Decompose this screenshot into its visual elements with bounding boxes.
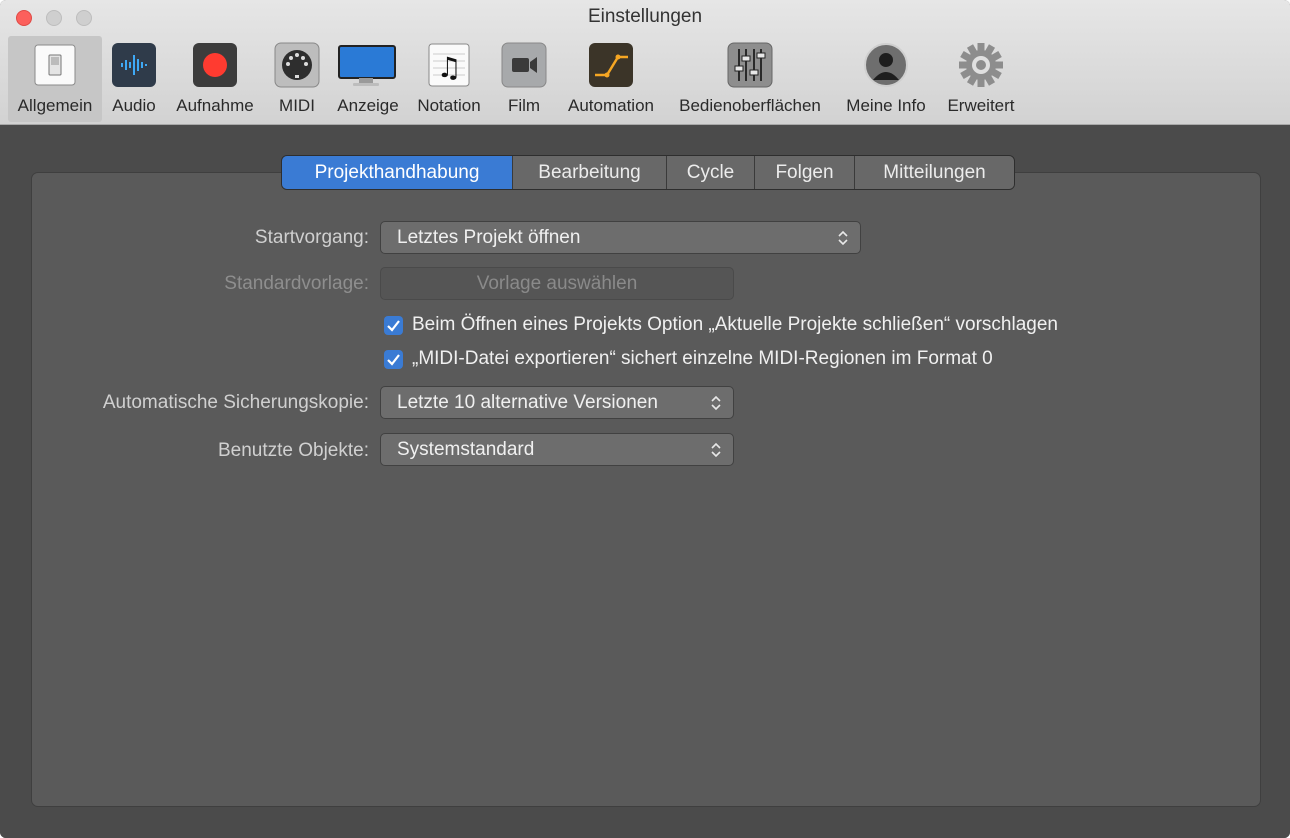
popup-value: Letztes Projekt öffnen — [397, 227, 581, 248]
toolbar-item-allgemein[interactable]: Allgemein — [8, 36, 102, 122]
faders-icon — [727, 42, 773, 88]
toolbar-item-aufnahme[interactable]: Aufnahme — [168, 36, 262, 122]
content-area: Projekthandhabung Bearbeitung Cycle Folg… — [0, 125, 1290, 838]
switch-icon — [32, 42, 78, 88]
startvorgang-label: Startvorgang: — [254, 227, 369, 248]
sicherungskopie-label: Automatische Sicherungskopie: — [102, 392, 369, 413]
toolbar-label: Erweitert — [947, 96, 1015, 115]
chevron-updown-icon — [711, 442, 721, 458]
tab-mitteilungen[interactable]: Mitteilungen — [855, 156, 1014, 189]
midi-port-icon — [274, 42, 320, 88]
video-camera-icon — [501, 42, 547, 88]
popup-value: Systemstandard — [397, 439, 535, 460]
checkmark-icon — [387, 320, 400, 332]
toolbar-label: MIDI — [279, 96, 315, 115]
checkbox-label: Beim Öffnen eines Projekts Option „Aktue… — [412, 314, 1058, 335]
toolbar-item-midi[interactable]: MIDI — [270, 36, 324, 122]
chevron-updown-icon — [838, 230, 848, 246]
popup-value: Letzte 10 alternative Versionen — [397, 392, 658, 413]
toolbar-label: Anzeige — [337, 96, 399, 115]
toolbar-label: Aufnahme — [176, 96, 254, 115]
chevron-updown-icon — [711, 395, 721, 411]
record-icon — [192, 42, 238, 88]
toolbar-item-film[interactable]: Film — [496, 36, 552, 122]
standardvorlage-label: Standardvorlage: — [224, 273, 369, 294]
display-icon — [337, 42, 399, 88]
toolbar-label: Meine Info — [846, 96, 926, 115]
toolbar-label: Audio — [112, 96, 156, 115]
checkmark-icon — [387, 354, 400, 366]
tab-cycle[interactable]: Cycle — [667, 156, 755, 189]
toolbar-item-notation[interactable]: ♫ Notation — [410, 36, 488, 122]
tab-bearbeitung[interactable]: Bearbeitung — [513, 156, 667, 189]
checkbox-checked[interactable] — [384, 350, 403, 369]
checkbox-checked[interactable] — [384, 316, 403, 335]
gear-icon — [958, 42, 1004, 88]
toolbar-label: Film — [507, 96, 541, 115]
toolbar-label: Notation — [417, 96, 481, 115]
music-note-icon: ♫ — [426, 42, 472, 88]
toolbar-label: Allgemein — [17, 96, 93, 115]
sicherungskopie-popup[interactable]: Letzte 10 alternative Versionen — [380, 386, 734, 419]
button-label: Vorlage auswählen — [476, 273, 638, 294]
tab-folgen[interactable]: Folgen — [755, 156, 855, 189]
window-title: Einstellungen — [587, 6, 703, 27]
startvorgang-popup[interactable]: Letztes Projekt öffnen — [380, 221, 861, 254]
toolbar-item-erweitert[interactable]: Erweitert — [938, 36, 1024, 122]
vorlage-auswaehlen-button[interactable]: Vorlage auswählen — [380, 267, 734, 300]
toolbar-item-meine-info[interactable]: Meine Info — [838, 36, 934, 122]
title-bar: Einstellungen Allgemein Audio Aufnahme M… — [0, 0, 1290, 125]
user-silhouette-icon — [863, 42, 909, 88]
tab-bar: Projekthandhabung Bearbeitung Cycle Folg… — [281, 155, 1015, 190]
toolbar-label: Automation — [568, 96, 654, 115]
toolbar-item-automation[interactable]: Automation — [560, 36, 662, 122]
benutzte-objekte-popup[interactable]: Systemstandard — [380, 433, 734, 466]
svg-text:♫: ♫ — [436, 51, 461, 84]
toolbar-item-anzeige[interactable]: Anzeige — [332, 36, 404, 122]
automation-curve-icon — [588, 42, 634, 88]
preferences-window: Einstellungen Allgemein Audio Aufnahme M… — [0, 0, 1290, 838]
benutzte-objekte-label: Benutzte Objekte: — [217, 440, 369, 461]
toolbar-item-audio[interactable]: Audio — [104, 36, 164, 122]
checkbox-label: „MIDI-Datei exportieren“ sichert einzeln… — [412, 348, 993, 369]
toolbar-label: Bedienoberflächen — [679, 96, 821, 115]
toolbar-item-bedienoberflaechen[interactable]: Bedienoberflächen — [668, 36, 832, 122]
tab-projekthandhabung[interactable]: Projekthandhabung — [282, 156, 513, 189]
waveform-icon — [111, 42, 157, 88]
